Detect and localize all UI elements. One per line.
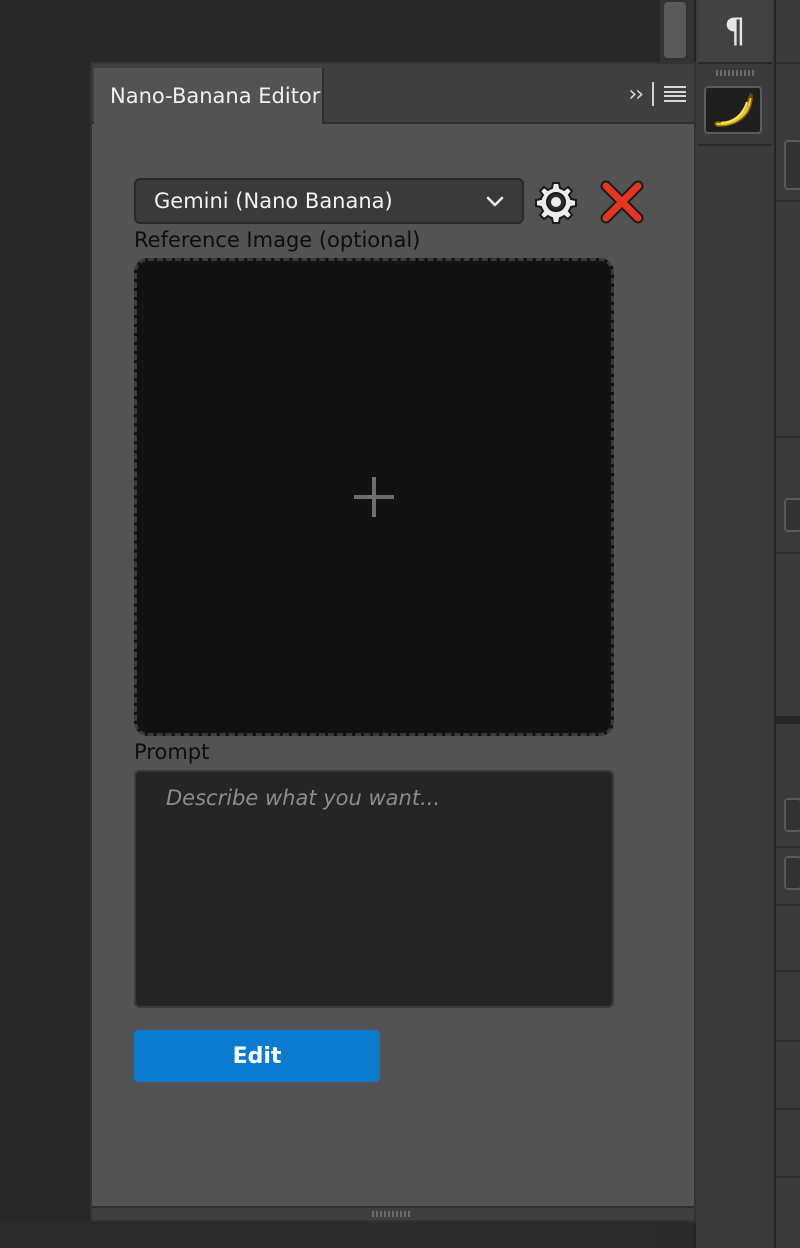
properties-panel-edge — [776, 0, 800, 1248]
chevron-down-icon — [486, 196, 504, 207]
workspace-bottom-bar — [0, 1222, 660, 1248]
divider — [776, 1108, 800, 1110]
model-select-value: Gemini (Nano Banana) — [154, 189, 393, 213]
panel-header: Nano-Banana Editor ›› — [92, 64, 694, 124]
property-field[interactable] — [784, 798, 800, 832]
property-field[interactable] — [784, 856, 800, 890]
property-field[interactable] — [784, 498, 800, 532]
tool-strip-grip[interactable] — [716, 70, 754, 76]
model-select[interactable]: Gemini (Nano Banana) — [134, 178, 524, 224]
prompt-label: Prompt — [134, 740, 210, 764]
header-divider — [652, 82, 654, 106]
reference-image-drop-zone[interactable] — [134, 258, 614, 736]
divider — [776, 1176, 800, 1178]
prompt-input[interactable] — [134, 770, 614, 1008]
top-scrollbar-thumb[interactable] — [664, 2, 686, 58]
divider — [776, 436, 800, 438]
divider — [776, 1040, 800, 1042]
divider — [776, 970, 800, 972]
nano-banana-panel: Nano-Banana Editor ›› Gemini (Nano Banan… — [90, 62, 696, 1222]
divider — [776, 552, 800, 554]
gear-icon — [535, 182, 577, 224]
close-button[interactable] — [596, 176, 648, 228]
divider — [776, 904, 800, 906]
tab-nano-banana-editor[interactable]: Nano-Banana Editor — [94, 68, 324, 124]
plus-icon — [354, 477, 394, 517]
panel-footer — [92, 1206, 694, 1220]
red-x-icon — [600, 180, 644, 224]
double-chevron-right-icon[interactable]: ›› — [628, 82, 644, 107]
paragraph-panel-button[interactable]: ¶ — [698, 0, 772, 64]
tab-label: Nano-Banana Editor — [110, 84, 321, 108]
tool-strip-divider — [698, 144, 772, 146]
panel-gap — [776, 716, 800, 724]
settings-button[interactable] — [532, 178, 580, 226]
banana-panel-button[interactable] — [704, 86, 762, 134]
property-field[interactable] — [784, 140, 800, 190]
divider — [776, 200, 800, 202]
divider — [776, 846, 800, 848]
reference-image-label: Reference Image (optional) — [134, 228, 421, 252]
divider — [776, 62, 800, 64]
banana-icon — [714, 93, 753, 127]
paragraph-icon: ¶ — [724, 11, 746, 51]
hamburger-menu-icon[interactable] — [664, 86, 686, 102]
panel-header-controls: ›› — [628, 78, 686, 110]
tool-strip — [694, 0, 776, 1248]
edit-button[interactable]: Edit — [134, 1030, 380, 1082]
panel-resize-grip[interactable] — [372, 1211, 412, 1217]
